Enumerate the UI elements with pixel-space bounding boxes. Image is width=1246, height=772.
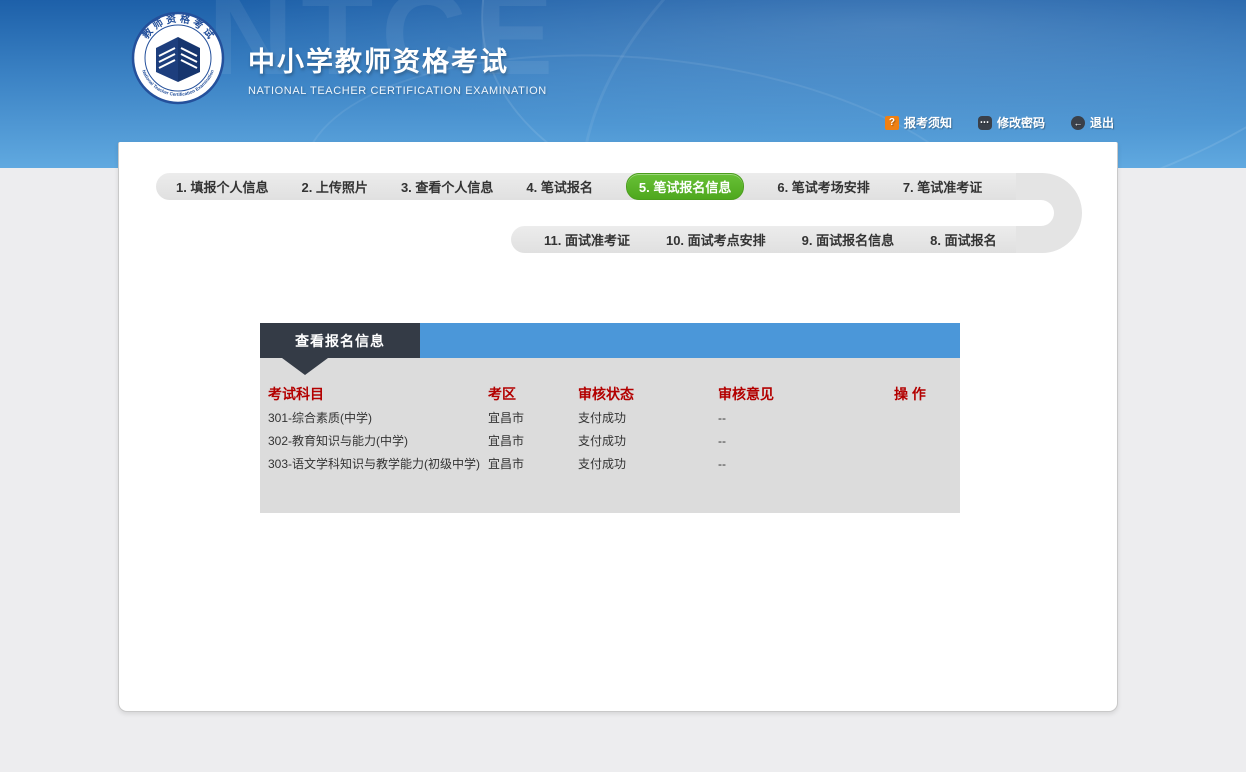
logout-label: 退出 bbox=[1090, 114, 1114, 131]
cell-subject: 301-综合素质(中学) bbox=[268, 408, 488, 431]
cell-subject: 303-语文学科知识与教学能力(初级中学) bbox=[268, 454, 488, 477]
col-header-action: 操 作 bbox=[894, 384, 952, 408]
cell-opinion: -- bbox=[718, 454, 894, 477]
cell-status: 支付成功 bbox=[578, 454, 718, 477]
registration-table: 考试科目 考区 审核状态 审核意见 操 作 301-综合素质(中学) 宜昌市 支… bbox=[268, 384, 960, 477]
content-card: 1. 填报个人信息 2. 上传照片 3. 查看个人信息 4. 笔试报名 5. 笔… bbox=[118, 142, 1118, 712]
step-7-written-exam-admission-ticket[interactable]: 7. 笔试准考证 bbox=[903, 177, 982, 196]
cell-opinion: -- bbox=[718, 431, 894, 454]
col-header-area: 考区 bbox=[488, 384, 578, 408]
registration-table-area: 考试科目 考区 审核状态 审核意见 操 作 301-综合素质(中学) 宜昌市 支… bbox=[260, 358, 960, 513]
site-title: 中小学教师资格考试 bbox=[248, 40, 547, 79]
exam-notice-label: 报考须知 bbox=[904, 114, 952, 131]
col-header-status: 审核状态 bbox=[578, 384, 718, 408]
step-1-fill-personal-info[interactable]: 1. 填报个人信息 bbox=[176, 177, 268, 196]
col-header-subject: 考试科目 bbox=[268, 384, 488, 408]
step-6-written-exam-room[interactable]: 6. 笔试考场安排 bbox=[777, 177, 869, 196]
cell-action bbox=[894, 408, 952, 431]
cell-opinion: -- bbox=[718, 408, 894, 431]
ntce-logo-icon: 教 师 资 格 考 试 National Teacher Certificati… bbox=[131, 11, 225, 105]
step-11-interview-admission-ticket[interactable]: 11. 面试准考证 bbox=[544, 230, 630, 249]
site-subtitle: NATIONAL TEACHER CERTIFICATION EXAMINATI… bbox=[248, 85, 547, 97]
ntce-watermark: NTCE bbox=[208, 0, 561, 102]
steps-row-written-exam: 1. 填报个人信息 2. 上传照片 3. 查看个人信息 4. 笔试报名 5. 笔… bbox=[156, 173, 1016, 200]
logout-link[interactable]: ← 退出 bbox=[1071, 114, 1114, 131]
password-icon: ••• bbox=[978, 116, 992, 130]
step-3-view-personal-info[interactable]: 3. 查看个人信息 bbox=[401, 177, 493, 196]
change-password-label: 修改密码 bbox=[997, 114, 1045, 131]
change-password-link[interactable]: ••• 修改密码 bbox=[978, 114, 1045, 131]
cell-area: 宜昌市 bbox=[488, 454, 578, 477]
steps-nav-gap bbox=[506, 200, 1054, 226]
step-5-written-exam-registration-info[interactable]: 5. 笔试报名信息 bbox=[626, 173, 744, 200]
open-book-icon bbox=[156, 37, 200, 82]
cell-area: 宜昌市 bbox=[488, 408, 578, 431]
registration-info-section: 查看报名信息 考试科目 考区 审核状态 审核意见 操 作 301-综合素质(中学… bbox=[260, 323, 960, 513]
header-links: ? 报考须知 ••• 修改密码 ← 退出 bbox=[885, 114, 1114, 131]
logout-icon: ← bbox=[1071, 116, 1085, 130]
step-4-written-exam-register[interactable]: 4. 笔试报名 bbox=[526, 177, 592, 196]
step-8-interview-register[interactable]: 8. 面试报名 bbox=[930, 230, 996, 249]
col-header-opinion: 审核意见 bbox=[718, 384, 894, 408]
section-tab-title: 查看报名信息 bbox=[260, 323, 420, 358]
cell-area: 宜昌市 bbox=[488, 431, 578, 454]
step-2-upload-photo[interactable]: 2. 上传照片 bbox=[301, 177, 367, 196]
site-title-block: 中小学教师资格考试 NATIONAL TEACHER CERTIFICATION… bbox=[248, 40, 547, 97]
svg-text:教 师 资 格 考 试: 教 师 资 格 考 试 bbox=[138, 12, 216, 42]
steps-nav: 1. 填报个人信息 2. 上传照片 3. 查看个人信息 4. 笔试报名 5. 笔… bbox=[156, 173, 1082, 253]
step-10-interview-site[interactable]: 10. 面试考点安排 bbox=[666, 230, 766, 249]
section-header: 查看报名信息 bbox=[260, 323, 960, 358]
steps-row-interview: 11. 面试准考证 10. 面试考点安排 9. 面试报名信息 8. 面试报名 bbox=[511, 226, 1016, 253]
step-9-interview-registration-info[interactable]: 9. 面试报名信息 bbox=[802, 230, 894, 249]
question-icon: ? bbox=[885, 116, 899, 130]
tab-pointer-arrow bbox=[282, 358, 328, 375]
section-header-bar bbox=[420, 323, 960, 358]
exam-notice-link[interactable]: ? 报考须知 bbox=[885, 114, 952, 131]
logo-ring-bottom-text: National Teacher Certification Examinati… bbox=[141, 69, 215, 97]
logo-ring-top-text: 教 师 资 格 考 试 bbox=[138, 12, 216, 42]
cell-action bbox=[894, 431, 952, 454]
svg-text:National Teacher Certification: National Teacher Certification Examinati… bbox=[141, 69, 215, 97]
cell-action bbox=[894, 454, 952, 477]
cell-status: 支付成功 bbox=[578, 431, 718, 454]
section-tab-label: 查看报名信息 bbox=[295, 331, 385, 351]
cell-status: 支付成功 bbox=[578, 408, 718, 431]
cell-subject: 302-教育知识与能力(中学) bbox=[268, 431, 488, 454]
